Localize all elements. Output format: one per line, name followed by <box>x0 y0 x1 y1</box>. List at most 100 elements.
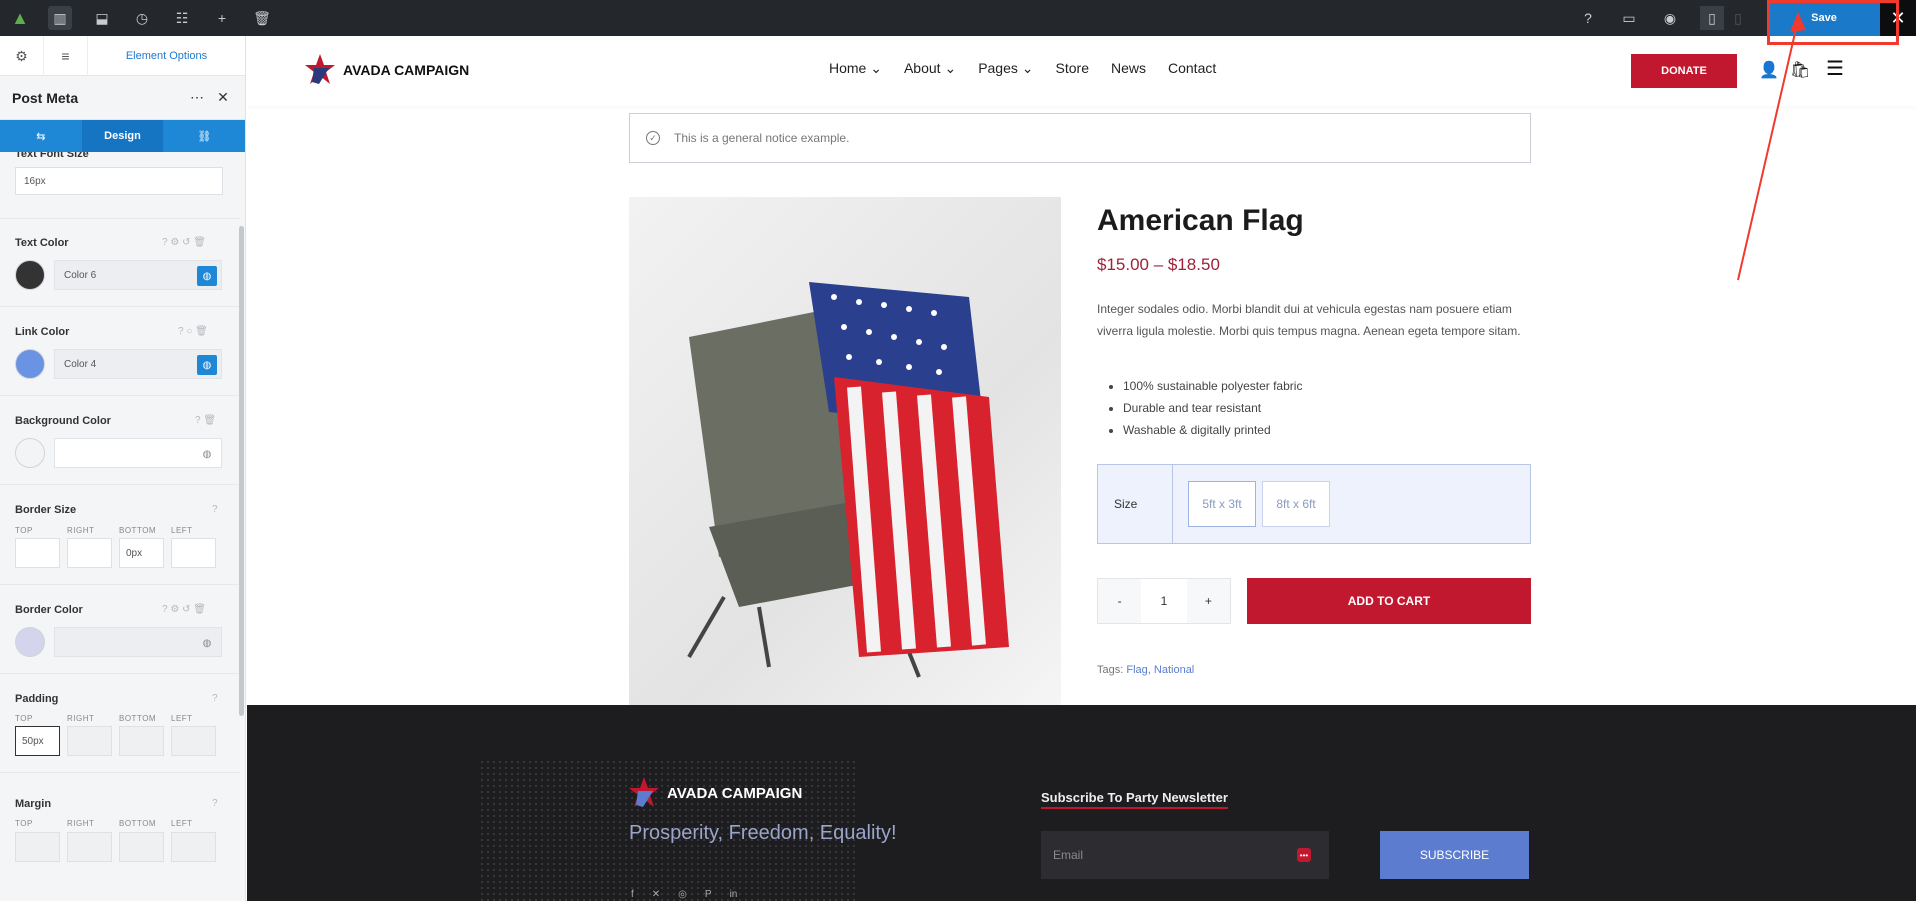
element-header: Post Meta ⋯ ✕ <box>0 76 245 120</box>
text-color-swatch[interactable] <box>15 260 45 290</box>
border-right-input[interactable] <box>67 538 112 568</box>
padding-right-input[interactable] <box>67 726 112 756</box>
qty-plus-button[interactable]: + <box>1187 579 1230 623</box>
sidebar-toggle-icon[interactable]: ▥ <box>48 6 72 30</box>
general-tab-icon[interactable]: ⇆ <box>0 120 82 152</box>
email-field[interactable]: Email ••• <box>1041 831 1329 879</box>
element-options-tab[interactable]: Element Options <box>88 36 245 75</box>
add-to-cart-button[interactable]: ADD TO CART <box>1247 578 1531 624</box>
margin-top-input[interactable] <box>15 832 60 862</box>
desktop-preview-icon[interactable]: ▭ <box>1617 6 1641 30</box>
border-color-field[interactable]: ◍ <box>54 627 222 657</box>
add-icon[interactable]: + <box>210 6 234 30</box>
option-controls-icon[interactable]: ? ⚙ ↺ 🗑 <box>162 237 206 248</box>
tag-link[interactable]: National <box>1154 664 1194 676</box>
avada-logo-icon[interactable]: ▲ <box>8 6 32 30</box>
nav-about[interactable]: About ⌄ <box>904 60 956 77</box>
donate-button[interactable]: DONATE <box>1631 54 1737 88</box>
nav-pages[interactable]: Pages ⌄ <box>978 60 1033 77</box>
facebook-icon[interactable]: f <box>631 889 634 900</box>
option-controls-icon[interactable]: ? ⚙ ↺ 🗑 <box>162 604 206 615</box>
padding-top-label: TOP <box>15 714 33 723</box>
pinterest-icon[interactable]: P <box>705 889 712 900</box>
option-controls-icon[interactable]: ? 🗑 <box>195 415 216 426</box>
size-option[interactable]: 8ft x 6ft <box>1262 481 1330 527</box>
help-icon[interactable]: ? <box>212 504 218 515</box>
panel-tabs: ⚙ ≡ Element Options <box>0 36 245 76</box>
padding-top-input[interactable]: 50px <box>15 726 60 756</box>
border-size-label: Border Size <box>15 504 77 516</box>
site-header: AVADA CAMPAIGN Home ⌄ About ⌄ Pages ⌄ St… <box>247 36 1916 106</box>
tab-design[interactable]: Design <box>81 120 164 152</box>
divider <box>0 395 240 396</box>
nav-store[interactable]: Store <box>1056 60 1089 77</box>
margin-bottom-input[interactable] <box>119 832 164 862</box>
global-color-icon[interactable]: ◍ <box>197 355 217 375</box>
extras-tab-icon[interactable]: ⛓ <box>163 120 245 152</box>
margin-right-input[interactable] <box>67 832 112 862</box>
padding-label: Padding <box>15 693 59 705</box>
global-color-icon[interactable]: ◍ <box>197 444 217 464</box>
border-left-input[interactable] <box>171 538 216 568</box>
text-color-value: Color 6 <box>64 269 97 281</box>
global-color-icon[interactable]: ◍ <box>197 633 217 653</box>
subscribe-button[interactable]: SUBSCRIBE <box>1380 831 1529 879</box>
border-bottom-input[interactable]: 0px <box>119 538 164 568</box>
qty-minus-button[interactable]: - <box>1098 579 1141 623</box>
option-subtabs: ⇆ Design ⛓ <box>0 120 245 152</box>
footer-logo[interactable]: AVADA CAMPAIGN <box>629 777 802 809</box>
text-font-size-input[interactable]: 16px <box>15 167 223 195</box>
page-icon[interactable]: ▯ <box>1700 6 1724 30</box>
newsletter-title: Subscribe To Party Newsletter <box>1041 790 1228 809</box>
trash-icon[interactable]: 🗑 <box>250 6 274 30</box>
element-title: Post Meta <box>12 89 79 106</box>
nav-news[interactable]: News <box>1111 60 1146 77</box>
more-options-icon[interactable]: ⋯ <box>187 89 207 106</box>
settings-gear-icon[interactable]: ⚙ <box>0 36 44 76</box>
password-manager-icon[interactable]: ••• <box>1297 848 1311 862</box>
site-logo[interactable]: AVADA CAMPAIGN <box>305 54 469 86</box>
history-icon[interactable]: ◷ <box>130 6 154 30</box>
background-color-swatch[interactable] <box>15 438 45 468</box>
margin-left-input[interactable] <box>171 832 216 862</box>
help-icon[interactable]: ? <box>212 798 218 809</box>
link-color-value: Color 4 <box>64 358 97 370</box>
tags-label: Tags: <box>1097 664 1124 676</box>
option-controls-icon[interactable]: ? ○ 🗑 <box>178 326 208 337</box>
text-color-field[interactable]: Color 6 ◍ <box>54 260 222 290</box>
padding-bottom-input[interactable] <box>119 726 164 756</box>
nav-home[interactable]: Home ⌄ <box>829 60 882 77</box>
navigator-icon[interactable]: ☷ <box>170 6 194 30</box>
menu-icon[interactable]: ☰ <box>1826 56 1844 81</box>
link-color-label: Link Color <box>15 326 70 338</box>
border-color-swatch[interactable] <box>15 627 45 657</box>
star-logo-icon <box>305 54 335 84</box>
border-top-input[interactable] <box>15 538 60 568</box>
global-color-icon[interactable]: ◍ <box>197 266 217 286</box>
close-panel-icon[interactable]: ✕ <box>213 89 233 106</box>
product-description: Integer sodales odio. Morbi blandit dui … <box>1097 302 1521 338</box>
list-item: Washable & digitally printed <box>1123 419 1302 441</box>
library-icon[interactable]: ⬓ <box>90 6 114 30</box>
product-image[interactable] <box>629 197 1061 705</box>
variation-table: Size 5ft x 3ft 8ft x 6ft <box>1097 464 1531 544</box>
margin-left-label: LEFT <box>171 819 193 828</box>
background-color-field[interactable]: ◍ <box>54 438 222 468</box>
help-icon[interactable]: ? <box>1576 6 1600 30</box>
qty-input[interactable]: 1 <box>1141 579 1187 623</box>
linkedin-icon[interactable]: in <box>730 889 738 900</box>
sliders-icon[interactable]: ≡ <box>44 36 88 76</box>
size-option[interactable]: 5ft x 3ft <box>1188 481 1256 527</box>
help-icon[interactable]: ? <box>212 693 218 704</box>
panel-scrollbar[interactable] <box>239 226 244 716</box>
instagram-icon[interactable]: ◎ <box>678 889 687 900</box>
padding-left-input[interactable] <box>171 726 216 756</box>
preview-eye-icon[interactable]: ◉ <box>1658 6 1682 30</box>
annotation-arrow <box>1737 12 1806 281</box>
link-color-field[interactable]: Color 4 ◍ <box>54 349 222 379</box>
nav-contact[interactable]: Contact <box>1168 60 1216 77</box>
tag-link[interactable]: Flag <box>1126 664 1147 676</box>
x-icon[interactable]: ✕ <box>652 889 660 900</box>
link-color-swatch[interactable] <box>15 349 45 379</box>
product-price: $15.00 – $18.50 <box>1097 255 1220 274</box>
